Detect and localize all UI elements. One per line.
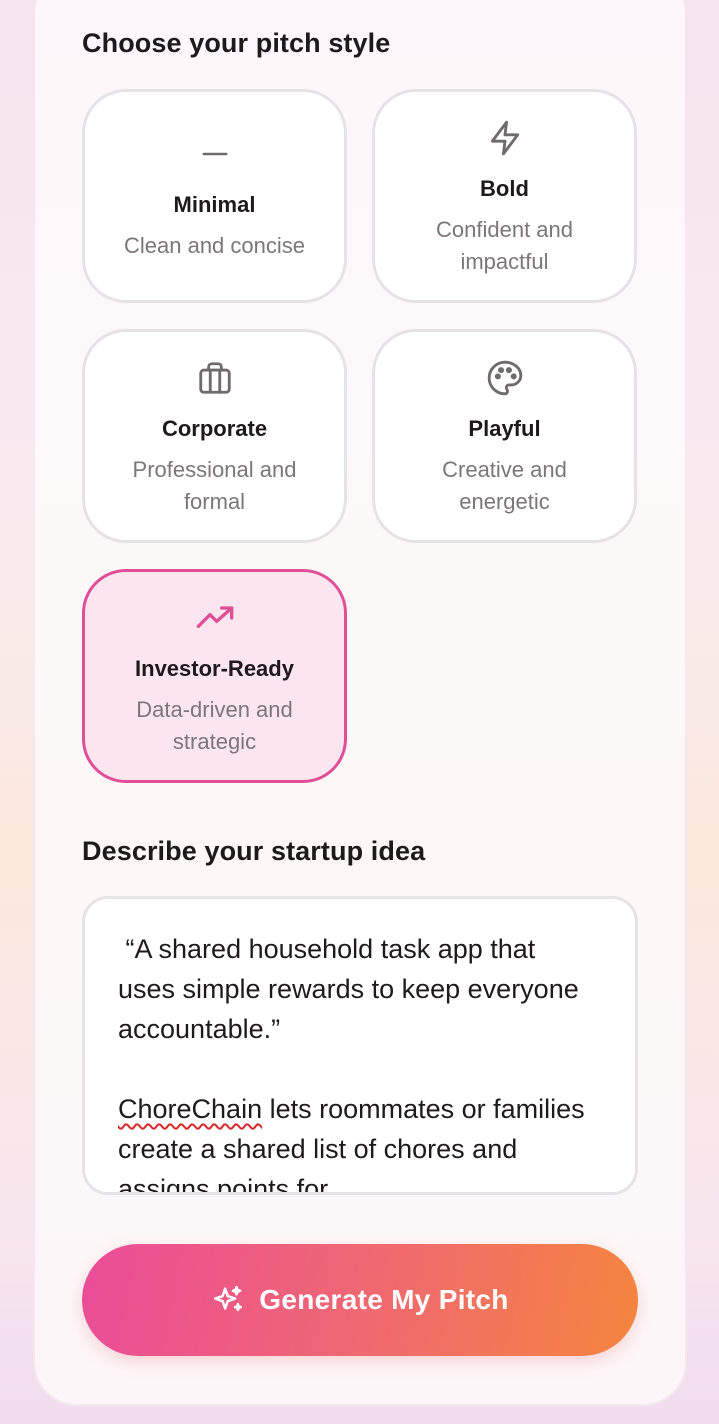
lightning-icon <box>375 118 634 158</box>
generate-button-label: Generate My Pitch <box>259 1284 509 1315</box>
startup-idea-text: “A shared household task app that uses s… <box>118 929 598 1192</box>
idea-heading: Describe your startup idea <box>82 836 426 866</box>
idea-product-name: ChoreChain <box>118 1094 263 1124</box>
style-option-desc: Professional and formal <box>132 457 297 514</box>
trending-up-icon <box>85 598 344 638</box>
style-option-name: Playful <box>468 416 541 441</box>
style-option-desc: Confident and impactful <box>436 217 573 274</box>
startup-idea-textarea[interactable]: “A shared household task app that uses s… <box>82 896 638 1195</box>
style-option-investor-ready[interactable]: Investor-Ready Data-driven and strategic <box>82 569 347 783</box>
style-option-bold[interactable]: Bold Confident and impactful <box>372 89 637 303</box>
pitch-style-heading: Choose your pitch style <box>82 28 391 58</box>
style-option-playful[interactable]: Playful Creative and energetic <box>372 329 637 543</box>
style-option-name: Investor-Ready <box>135 656 294 681</box>
style-option-name: Bold <box>480 176 529 201</box>
style-option-corporate[interactable]: Corporate Professional and formal <box>82 329 347 543</box>
style-option-minimal[interactable]: Minimal Clean and concise <box>82 89 347 303</box>
generate-pitch-button[interactable]: Generate My Pitch <box>82 1244 638 1356</box>
style-option-name: Corporate <box>161 416 268 441</box>
palette-icon <box>375 358 634 398</box>
style-option-desc: Creative and energetic <box>442 457 567 514</box>
style-option-desc: Data-driven and strategic <box>136 697 293 754</box>
style-option-desc: Clean and concise <box>123 233 305 258</box>
minus-icon <box>85 134 344 174</box>
idea-quote: “A shared household task app that uses s… <box>118 934 587 1044</box>
briefcase-icon <box>85 358 344 398</box>
style-option-name: Minimal <box>173 192 256 217</box>
sparkles-icon <box>211 1283 245 1317</box>
